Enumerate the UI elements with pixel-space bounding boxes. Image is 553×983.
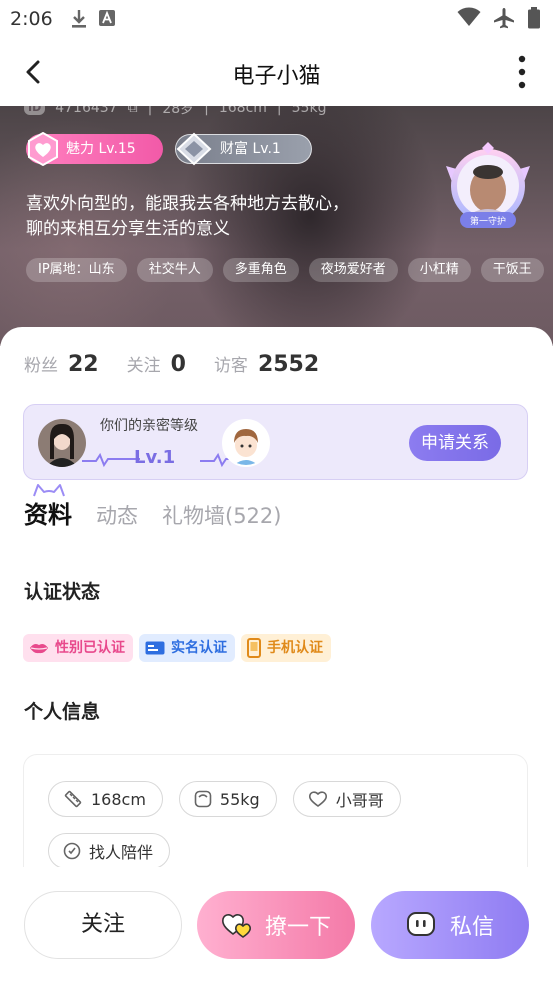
follow-count[interactable]: 0	[171, 352, 186, 377]
hearts-icon	[222, 914, 252, 938]
tab-info[interactable]: 资料	[24, 484, 72, 530]
airplane-icon	[494, 8, 514, 29]
wealth-level-label: 财富 Lv.1	[220, 141, 281, 157]
keyboard-a-icon	[99, 10, 115, 26]
charm-level-badge[interactable]: 魅力 Lv.15	[26, 132, 163, 166]
tag: 社交牛人	[136, 258, 213, 282]
id-badge: ID	[24, 106, 46, 115]
copy-icon[interactable]: ⧉	[128, 106, 138, 116]
fans-count[interactable]: 22	[68, 352, 99, 377]
page-title: 电子小猫	[232, 64, 321, 89]
wifi-icon	[457, 7, 481, 26]
divider: |	[147, 106, 153, 116]
profile-tabs: 资料 动态 礼物墙(522)	[24, 484, 281, 530]
avatar[interactable]	[222, 419, 270, 467]
battery-icon	[528, 7, 540, 29]
charm-heart-icon	[28, 132, 58, 166]
diamond-icon	[176, 132, 212, 166]
tag: 多重角色	[222, 258, 299, 282]
message-button[interactable]: 私信	[371, 891, 529, 959]
status-time: 2:06	[10, 8, 53, 30]
cert-section-title: 认证状态	[24, 581, 101, 603]
profile-hero: ID 4716437 ⧉ | 28岁 | 168cm | 55kg 魅力 Lv.…	[0, 106, 553, 346]
divider: |	[276, 106, 282, 116]
tab-gift-wall[interactable]: 礼物墙(522)	[162, 500, 281, 530]
cert-badges: 性别已认证 实名认证 手机认证	[23, 634, 331, 662]
guard-avatar[interactable]: 第一守护	[442, 142, 534, 238]
lips-icon	[30, 644, 48, 654]
phone-icon	[247, 638, 261, 658]
flirt-button[interactable]: 撩一下	[197, 891, 355, 959]
height-chip: 168cm	[48, 781, 163, 817]
purpose-chip: 找人陪伴	[48, 833, 171, 869]
bottom-action-bar: 关注 撩一下 私信	[0, 867, 553, 983]
intimacy-card: 你们的亲密等级 Lv.1 申请关系	[23, 404, 528, 480]
level-badges: 魅力 Lv.15 财富 Lv.1	[26, 132, 312, 166]
follow-label: 关注	[126, 356, 161, 376]
profile-age: 28岁	[162, 106, 195, 117]
charm-level-label: 魅力 Lv.15	[66, 141, 136, 157]
heart-icon	[308, 791, 327, 807]
follow-button[interactable]: 关注	[24, 891, 182, 959]
tag: 小杠精	[407, 258, 471, 282]
visitor-count[interactable]: 2552	[258, 352, 319, 377]
chat-bubble-icon	[406, 912, 435, 936]
phone-cert-badge: 手机认证	[241, 634, 331, 662]
profile-id: 4716437	[55, 106, 118, 116]
divider: |	[204, 106, 209, 116]
wealth-level-badge[interactable]: 财富 Lv.1	[175, 132, 312, 166]
guard-label: 第一守护	[470, 215, 506, 227]
ruler-icon	[64, 790, 82, 808]
id-card-icon	[145, 641, 165, 655]
profile-id-row: ID 4716437 ⧉ | 28岁 | 168cm | 55kg	[24, 106, 327, 117]
scale-icon	[194, 790, 212, 808]
preference-chip: 小哥哥	[292, 781, 401, 817]
profile-bio: 喜欢外向型的，能跟我去各种地方去散心， 聊的来相互分享生活的意义	[26, 194, 349, 239]
weight-chip: 55kg	[178, 781, 277, 817]
fans-label: 粉丝	[24, 356, 58, 376]
avatar[interactable]	[38, 419, 86, 467]
tag: 夜场爱好者	[308, 258, 398, 282]
guard-frame: 第一守护	[446, 142, 530, 228]
status-bar: 2:06	[0, 0, 553, 38]
realname-cert-badge: 实名认证	[139, 634, 235, 662]
more-vertical-icon[interactable]	[515, 54, 529, 90]
intimacy-level: Lv.1	[134, 447, 176, 468]
profile-sheet: 粉丝 22 关注 0 访客 2552 你们的亲密等级 Lv.1 申请关系 资料 …	[0, 327, 553, 894]
apply-relationship-button[interactable]: 申请关系	[409, 425, 501, 461]
nav-bar: 电子小猫	[0, 38, 553, 106]
cat-ears-icon	[33, 484, 65, 497]
download-icon	[72, 10, 86, 28]
target-icon	[63, 842, 81, 860]
tab-moments[interactable]: 动态	[96, 500, 138, 530]
intimacy-title: 你们的亲密等级	[100, 418, 198, 434]
gender-cert-badge: 性别已认证	[23, 634, 133, 662]
visitor-label: 访客	[213, 356, 248, 376]
tag-ip: IP属地：山东	[26, 258, 127, 282]
profile-tags: IP属地：山东 社交牛人 多重角色 夜场爱好者 小杠精 干饭王	[26, 258, 544, 282]
stats-row: 粉丝 22 关注 0 访客 2552	[24, 351, 337, 377]
personal-info-title: 个人信息	[24, 701, 101, 723]
profile-weight: 55kg	[291, 106, 327, 116]
tag: 干饭王	[480, 258, 544, 282]
profile-height: 168cm	[218, 106, 267, 116]
